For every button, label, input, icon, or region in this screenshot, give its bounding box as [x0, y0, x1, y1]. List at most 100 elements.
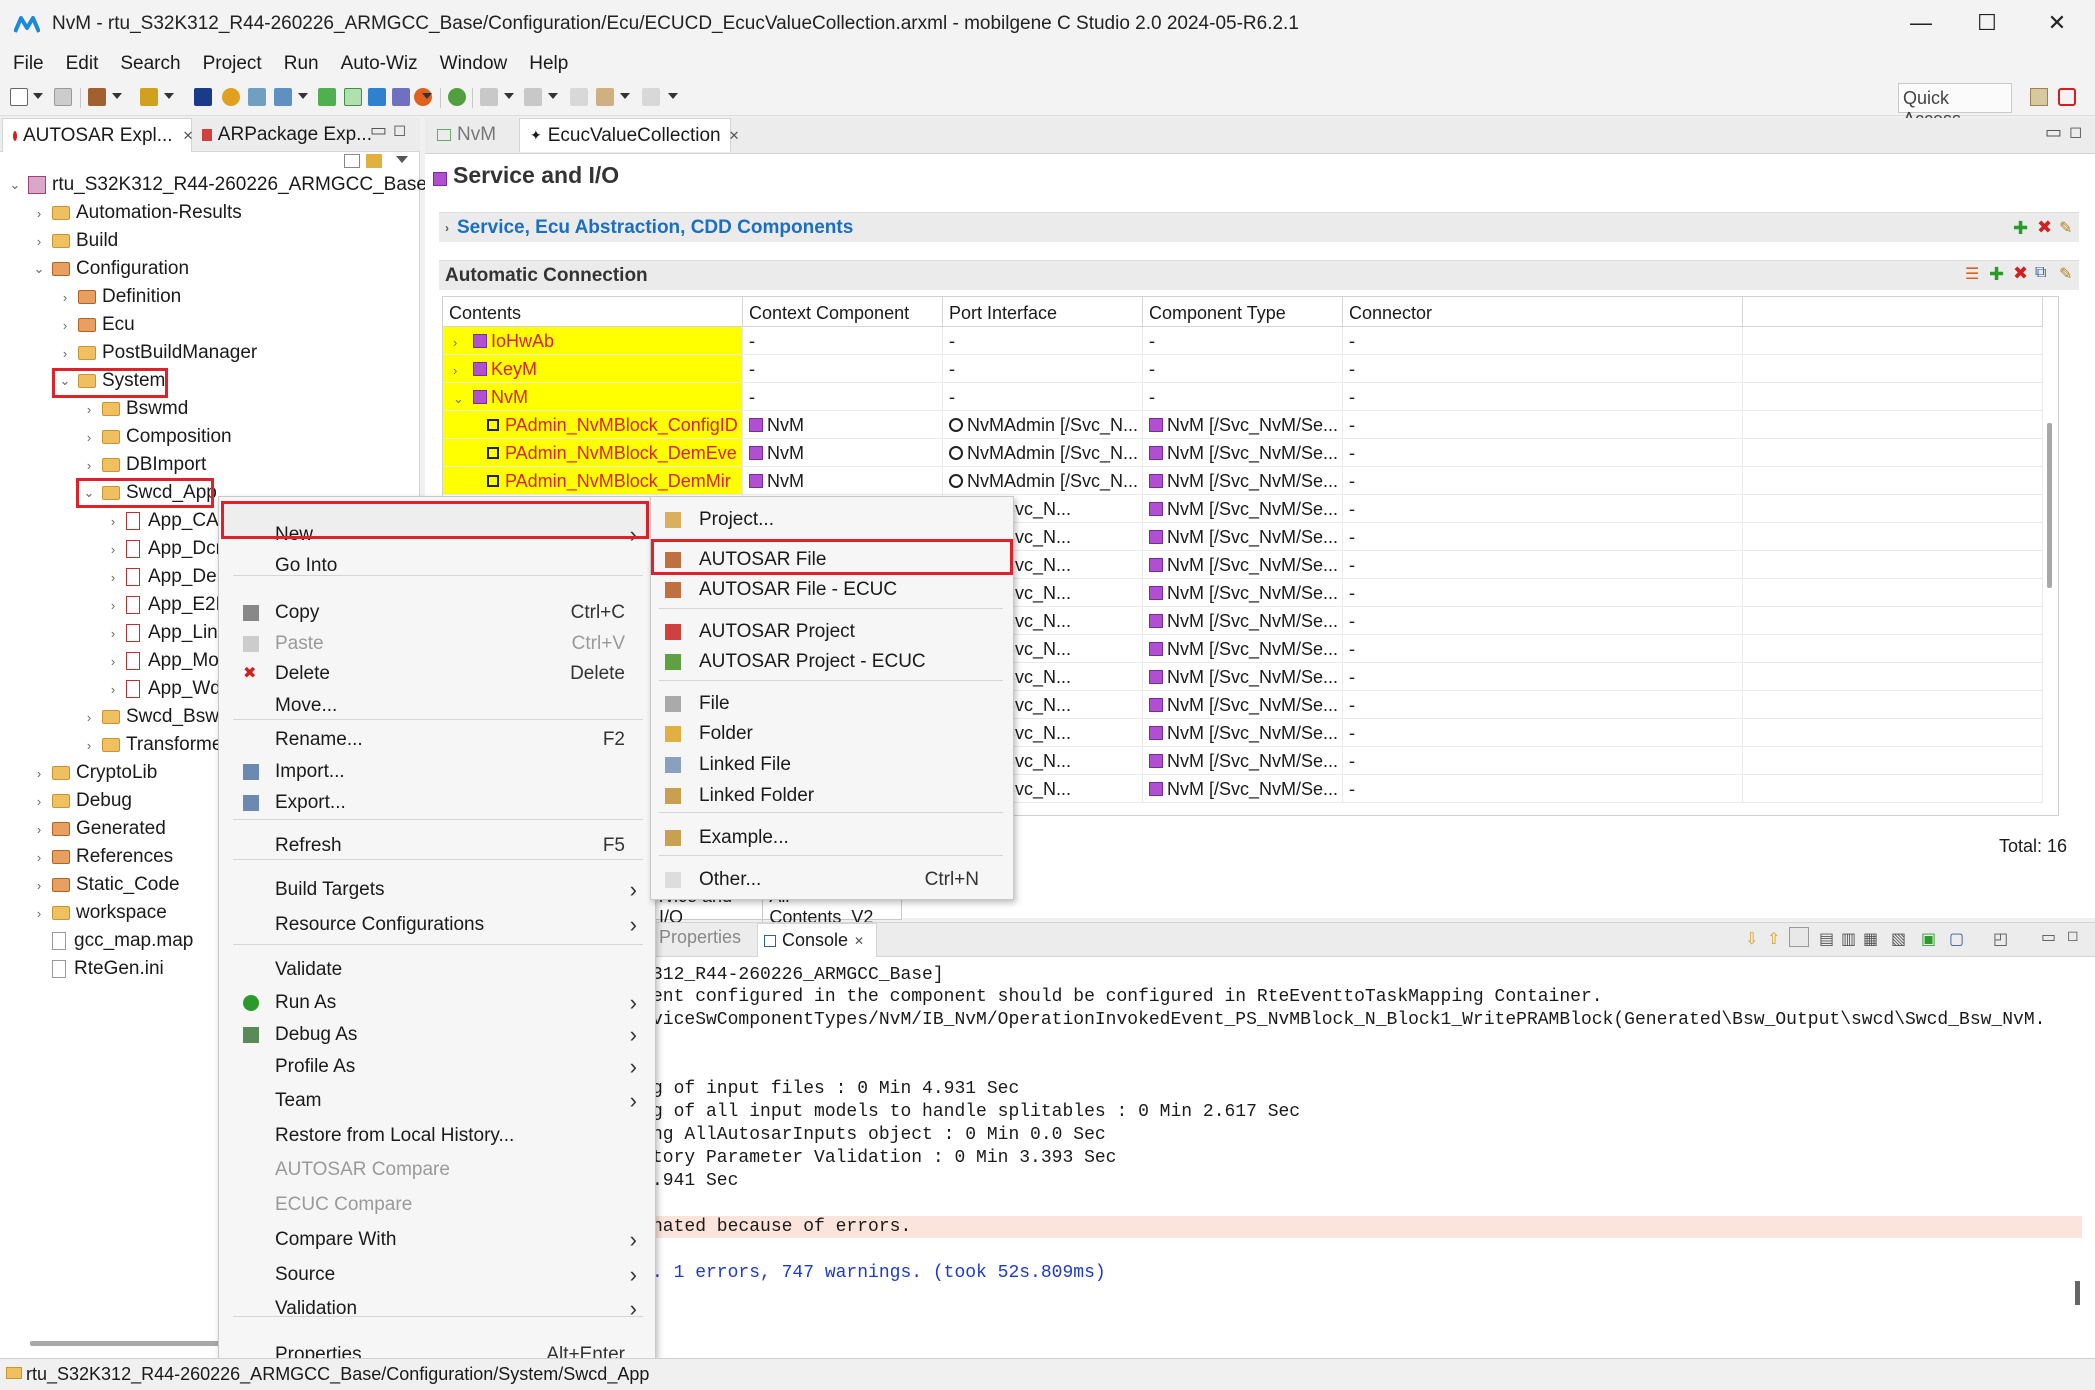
maximize-button[interactable]: ☐: [1955, 0, 2019, 46]
chevron-right-icon[interactable]: ›: [32, 794, 46, 809]
port-icon[interactable]: [487, 419, 499, 431]
chevron-right-icon[interactable]: ›: [32, 850, 46, 865]
terminal-icon[interactable]: [194, 88, 212, 106]
chevron-right-icon[interactable]: ›: [106, 598, 120, 613]
menu-item-export[interactable]: Export...: [219, 788, 655, 818]
table-row[interactable]: PAdmin_NvMBlock_ConfigID NvM NvMAdmin [/Sv…: [443, 411, 2058, 439]
close-tab-icon[interactable]: ✕: [729, 128, 740, 144]
perspective-icon[interactable]: [2058, 88, 2076, 106]
tree-item[interactable]: › Transforme: [82, 732, 223, 758]
scroll-up-icon[interactable]: ⇧: [1767, 929, 1780, 949]
chevron-down-icon[interactable]: ⌄: [32, 261, 46, 277]
table-scrollbar[interactable]: [2047, 423, 2052, 588]
chevron-right-icon[interactable]: ›: [106, 682, 120, 697]
nav-dropdown-icon[interactable]: [504, 93, 514, 99]
open-console-icon[interactable]: ▢: [1949, 929, 1964, 949]
tree-item[interactable]: › App_Mo: [106, 648, 219, 674]
submenu-item-autosar-project[interactable]: AUTOSAR Project: [651, 617, 1013, 647]
tree-item[interactable]: › Static_Code: [32, 872, 180, 898]
tree-item[interactable]: › Definition: [58, 284, 181, 310]
record-dropdown-icon[interactable]: [422, 93, 432, 99]
menu-edit[interactable]: Edit: [66, 53, 99, 75]
chevron-right-icon[interactable]: ›: [32, 206, 46, 221]
menu-item-team[interactable]: Team ›: [219, 1086, 655, 1116]
tab-nvm[interactable]: NvM: [427, 118, 519, 152]
back-dropdown-icon[interactable]: [620, 93, 630, 99]
collapse-all-icon[interactable]: [344, 154, 360, 168]
chevron-right-icon[interactable]: ›: [453, 335, 467, 350]
link-icon[interactable]: [448, 88, 466, 106]
chevron-right-icon[interactable]: ›: [106, 570, 120, 585]
menu-item-delete[interactable]: ✖ Delete Delete: [219, 659, 655, 689]
build-dropdown-icon[interactable]: [112, 93, 122, 99]
chevron-right-icon[interactable]: ›: [32, 878, 46, 893]
menu-item-rename[interactable]: Rename... F2: [219, 725, 655, 755]
last-edit-icon[interactable]: [570, 88, 588, 106]
tree-item[interactable]: › Automation-Results: [32, 200, 242, 226]
save-icon[interactable]: [54, 88, 72, 106]
tree-item[interactable]: › Ecu: [58, 312, 135, 338]
menu-item-restore-from-local-history[interactable]: Restore from Local History...: [219, 1121, 655, 1151]
tree-item[interactable]: › DBImport: [82, 452, 206, 478]
menu-auto-wiz[interactable]: Auto-Wiz: [341, 53, 418, 75]
tab-autosar-explorer[interactable]: AUTOSAR Expl... ✕: [2, 118, 194, 152]
tree-item[interactable]: › App_Lin...: [106, 620, 234, 646]
console-scrollbar[interactable]: [2075, 1281, 2080, 1305]
tree-item[interactable]: › Composition: [82, 424, 232, 450]
list-icon[interactable]: [392, 88, 410, 106]
green-box-icon[interactable]: [318, 88, 336, 106]
tab-console[interactable]: Console ✕: [757, 923, 877, 957]
build-icon[interactable]: [88, 88, 106, 106]
menu-item-resource-configurations[interactable]: Resource Configurations ›: [219, 910, 655, 940]
edit-icon[interactable]: ✎: [2059, 218, 2072, 238]
table-row[interactable]: PAdmin_NvMBlock_DemEve NvM NvMAdmin [/Svc_…: [443, 439, 2058, 467]
image-dropdown-icon[interactable]: [298, 93, 308, 99]
menu-item-import[interactable]: Import...: [219, 757, 655, 787]
display-console-icon[interactable]: ▣: [1921, 929, 1936, 949]
menu-item-paste[interactable]: Paste Ctrl+V: [219, 629, 655, 659]
submenu-item-other[interactable]: Other... Ctrl+N: [651, 865, 1013, 895]
terminate-icon[interactable]: ▧: [1891, 929, 1906, 949]
chevron-right-icon[interactable]: ›: [106, 626, 120, 641]
tree-item[interactable]: › workspace: [32, 900, 167, 926]
col-header-contents[interactable]: Contents: [443, 297, 743, 327]
menu-item-move[interactable]: Move...: [219, 691, 655, 721]
wand-dropdown-icon[interactable]: [164, 93, 174, 99]
table-row[interactable]: › KeyM - - - -: [443, 355, 2058, 383]
scroll-lock-icon[interactable]: [1789, 927, 1809, 947]
menu-help[interactable]: Help: [529, 53, 568, 75]
chevron-right-icon[interactable]: ›: [453, 363, 467, 378]
port-icon[interactable]: [487, 475, 499, 487]
chevron-down-icon[interactable]: ⌄: [8, 177, 22, 193]
chevron-right-icon[interactable]: ›: [32, 766, 46, 781]
submenu-item-project[interactable]: Project...: [651, 505, 1013, 535]
menu-item-build-targets[interactable]: Build Targets ›: [219, 875, 655, 905]
tree-item[interactable]: ⌄ rtu_S32K312_R44-260226_ARMGCC_Base: [8, 172, 427, 198]
sort-icon[interactable]: ☰: [1965, 264, 1979, 284]
col-header-context-component[interactable]: Context Component: [743, 297, 943, 327]
menu-item-validate[interactable]: Validate: [219, 955, 655, 985]
forward-icon[interactable]: [642, 88, 660, 106]
rect-icon[interactable]: [344, 88, 362, 106]
horizontal-scrollbar[interactable]: [30, 1341, 220, 1346]
maximize-view-icon[interactable]: ◻: [393, 120, 406, 140]
menu-file[interactable]: File: [13, 53, 44, 75]
menu-run[interactable]: Run: [284, 53, 319, 75]
tree-item[interactable]: RteGen.ini: [52, 956, 164, 982]
add-connection-icon[interactable]: ✚: [1989, 264, 2004, 285]
back-icon[interactable]: [596, 88, 614, 106]
tab-properties[interactable]: Properties: [659, 927, 741, 948]
chevron-right-icon[interactable]: ›: [82, 710, 96, 725]
chevron-right-icon[interactable]: ›: [82, 458, 96, 473]
tree-item[interactable]: › Bswmd: [82, 396, 188, 422]
submenu-item-autosar-file-ecuc[interactable]: AUTOSAR File - ECUC: [651, 575, 1013, 605]
new-console-icon[interactable]: ◰: [1993, 929, 2008, 949]
col-header-component-type[interactable]: Component Type: [1143, 297, 1343, 327]
maximize-console-icon[interactable]: ◻: [2067, 927, 2079, 944]
chevron-right-icon[interactable]: ›: [82, 738, 96, 753]
menu-item-ecuc-compare[interactable]: ECUC Compare: [219, 1190, 655, 1220]
chevron-right-icon[interactable]: ›: [32, 234, 46, 249]
col-header-connector[interactable]: Connector: [1343, 297, 1743, 327]
menu-item-refresh[interactable]: Refresh F5: [219, 831, 655, 861]
view-menu-icon[interactable]: [396, 156, 408, 163]
